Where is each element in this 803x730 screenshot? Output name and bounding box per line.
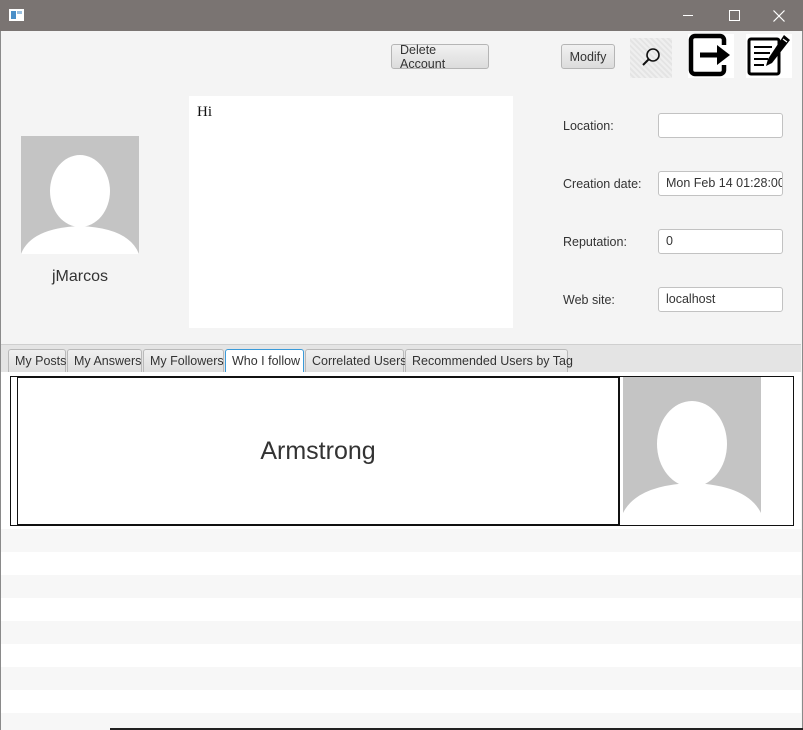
website-field[interactable]: localhost	[658, 287, 783, 312]
edit-button[interactable]	[746, 34, 792, 78]
creation-date-field[interactable]: Mon Feb 14 01:28:00	[658, 171, 783, 196]
search-button[interactable]	[630, 38, 672, 78]
followed-user-name: Armstrong	[260, 436, 376, 465]
logout-icon	[688, 33, 734, 80]
location-label: Location:	[563, 119, 614, 133]
empty-list-row	[1, 667, 801, 690]
minimize-button[interactable]	[665, 0, 711, 31]
tab-my-answers[interactable]: My Answers	[67, 349, 142, 373]
empty-list-row	[1, 621, 801, 644]
close-icon	[773, 9, 785, 22]
website-label: Web site:	[563, 293, 615, 307]
username-label: jMarcos	[51, 268, 108, 285]
search-icon	[640, 46, 662, 71]
delete-account-button[interactable]: Delete Account	[391, 43, 489, 71]
tab-who-i-follow[interactable]: Who I follow	[225, 349, 304, 374]
default-avatar-icon	[21, 136, 139, 254]
edit-document-icon	[746, 33, 792, 80]
followed-user-name-box[interactable]: Armstrong	[17, 377, 619, 525]
maximize-button[interactable]	[711, 0, 757, 31]
followed-user-avatar[interactable]	[623, 377, 761, 525]
maximize-icon	[728, 10, 740, 21]
empty-list-row	[1, 575, 801, 598]
creation-date-label: Creation date:	[563, 177, 642, 191]
logout-button[interactable]	[688, 33, 734, 80]
empty-list-row	[1, 529, 801, 552]
title-bar[interactable]	[0, 0, 803, 31]
location-field[interactable]	[658, 113, 783, 138]
tab-my-followers[interactable]: My Followers	[143, 349, 224, 373]
list-item-divider	[619, 377, 620, 525]
modify-button[interactable]: Modify	[561, 44, 615, 69]
reputation-field[interactable]: 0	[658, 229, 783, 254]
tab-correlated-users[interactable]: Correlated Users	[305, 349, 406, 373]
tab-recommended-users-by-tag[interactable]: Recommended Users by Tag	[405, 349, 573, 373]
app-icon	[9, 9, 24, 21]
close-button[interactable]	[756, 0, 802, 31]
reputation-label: Reputation:	[563, 235, 627, 249]
default-avatar-icon	[623, 377, 761, 525]
tab-my-posts[interactable]: My Posts	[8, 349, 66, 373]
minimize-icon	[682, 10, 694, 21]
bio-text-area[interactable]: Hi	[189, 96, 513, 328]
profile-avatar	[21, 136, 139, 254]
